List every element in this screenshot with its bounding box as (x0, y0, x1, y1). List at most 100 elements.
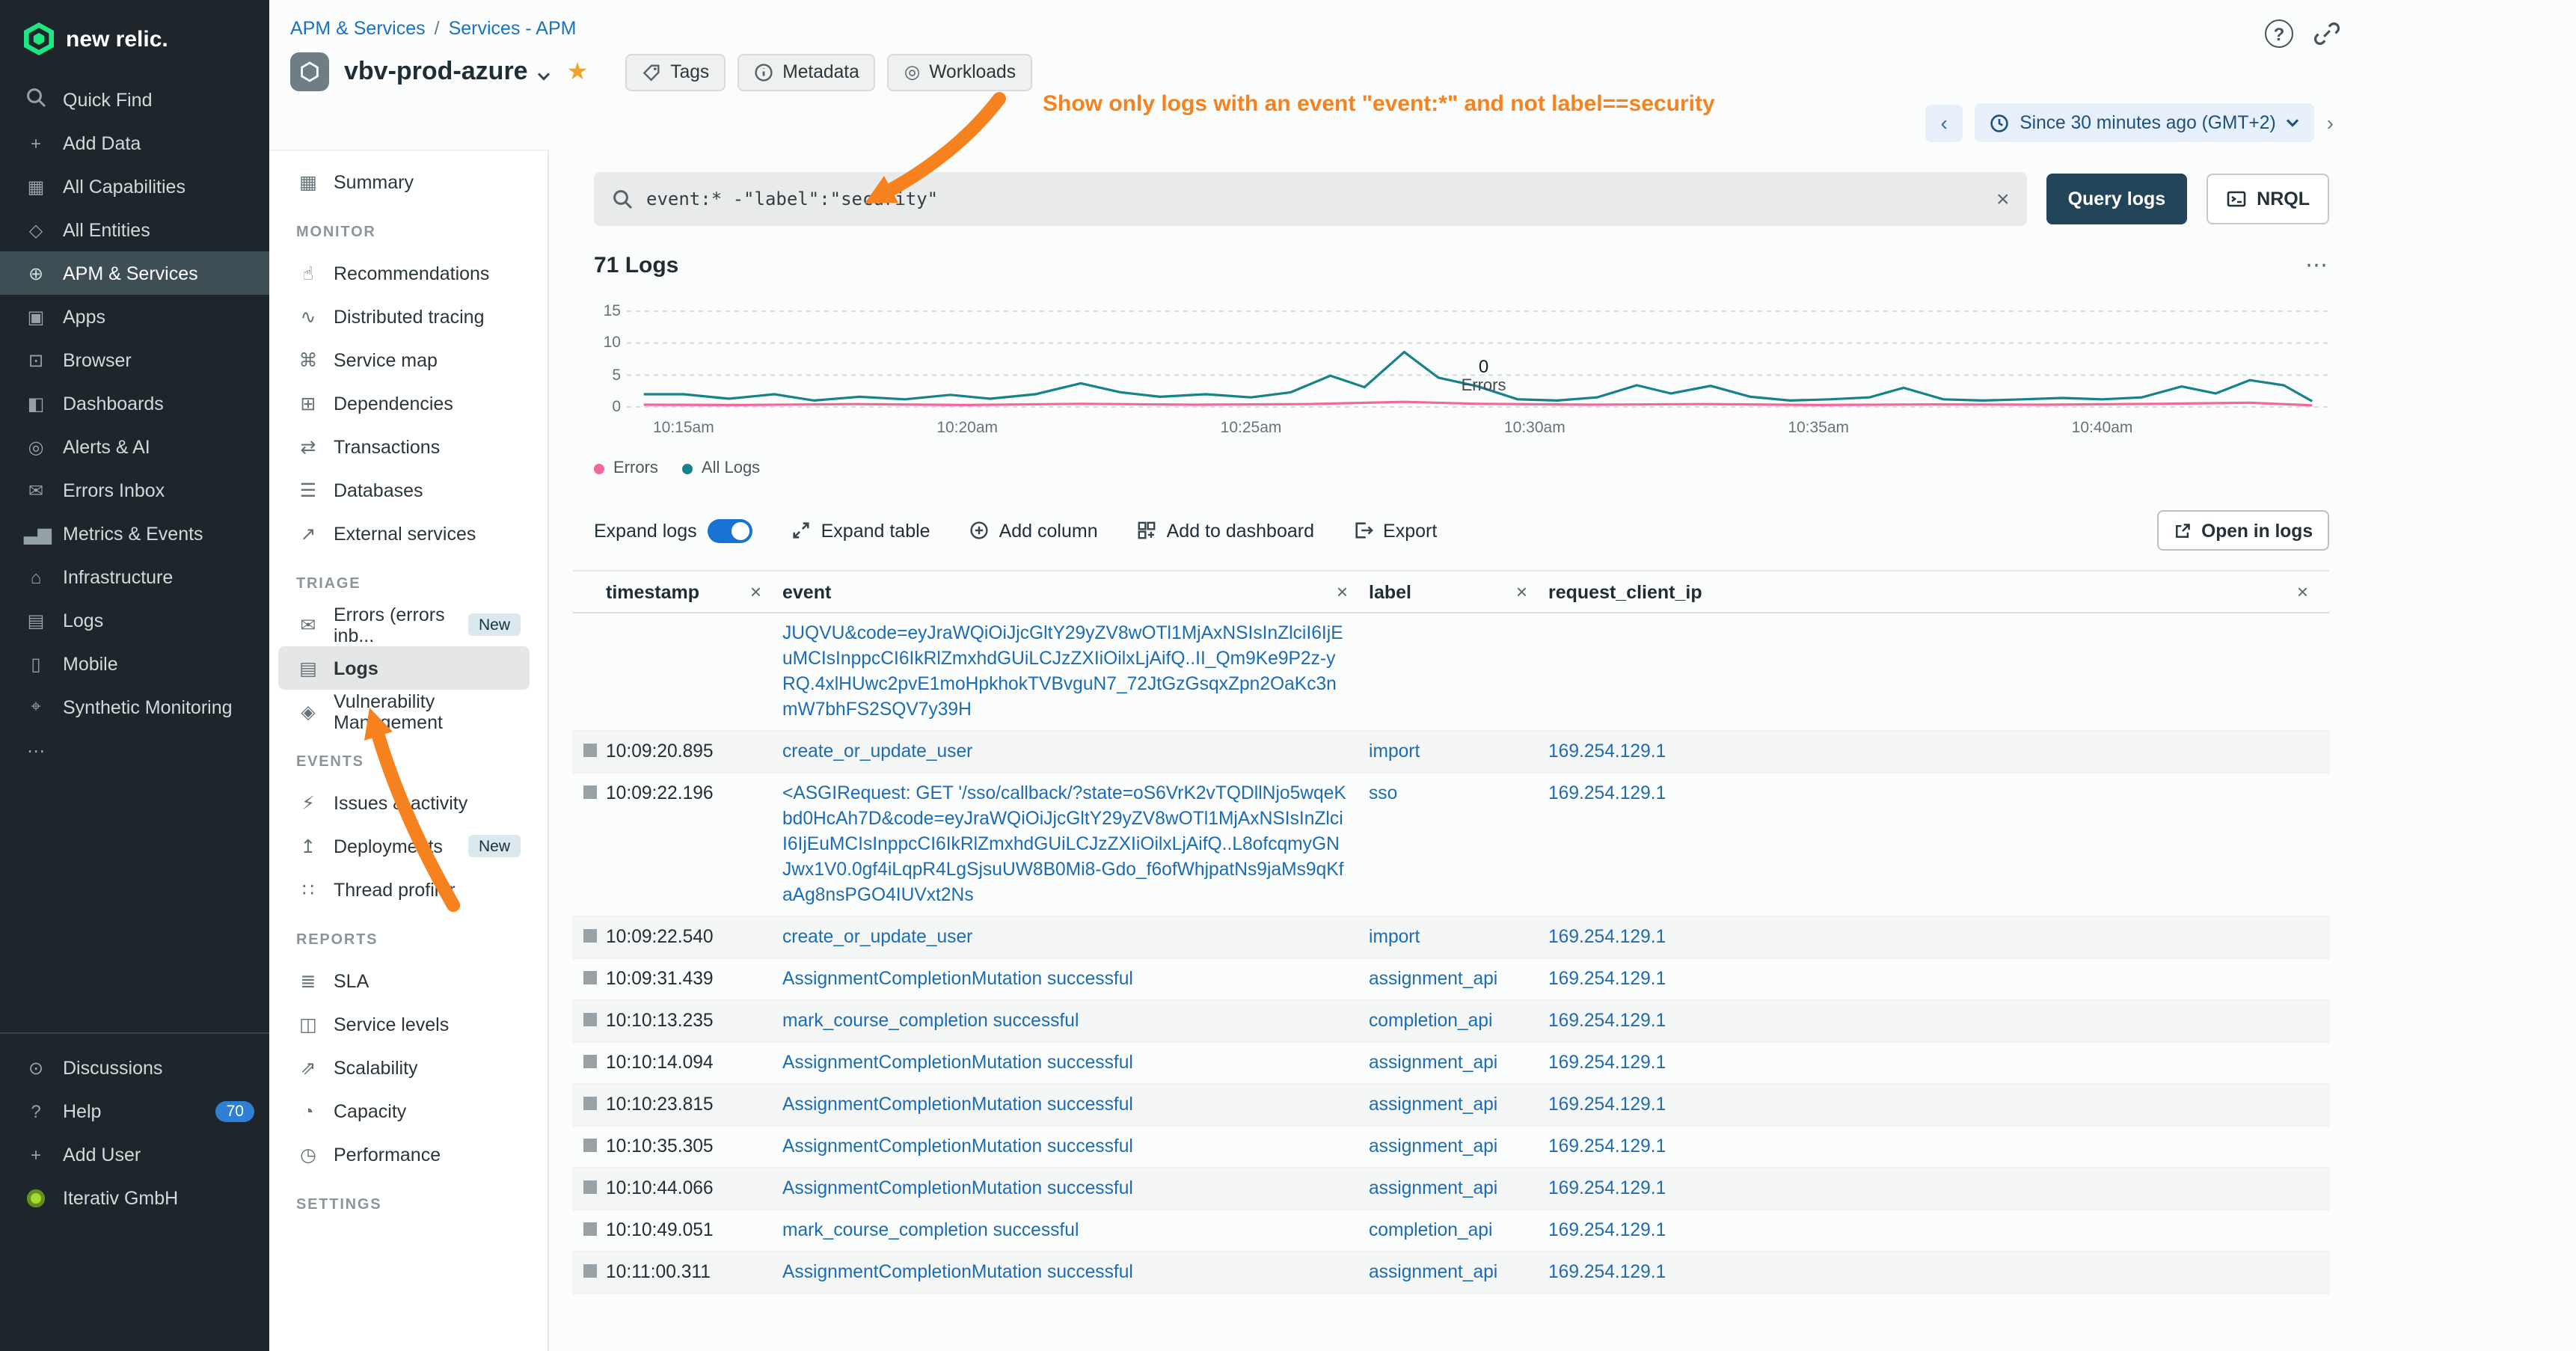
log-ip-link[interactable]: 169.254.129.1 (1548, 1092, 2329, 1118)
sidebar-item-synthetic-monitoring[interactable]: ⌖Synthetic Monitoring (0, 685, 269, 729)
log-label-link[interactable]: assignment_api (1369, 1092, 1548, 1118)
log-row[interactable]: 10:10:13.235mark_course_completion succe… (573, 1001, 2329, 1043)
log-event-link[interactable]: AssignmentCompletionMutation successful (782, 1092, 1369, 1118)
subnav-item-deployments[interactable]: ↥DeploymentsNew (278, 824, 530, 868)
subnav-item-performance[interactable]: ◷Performance (278, 1133, 530, 1176)
subnav-item-issues-activity[interactable]: ⚡Issues & activity (278, 781, 530, 824)
log-event-link[interactable]: JUQVU&code=eyJraWQiOiJjcGltY29yZV8wOTl1M… (782, 621, 1369, 723)
row-checkbox[interactable] (583, 1013, 597, 1026)
subnav-item-scalability[interactable]: ⇗Scalability (278, 1046, 530, 1089)
subnav-item-dependencies[interactable]: ⊞Dependencies (278, 382, 530, 425)
log-label-link[interactable]: assignment_api (1369, 966, 1548, 992)
time-forward-chevron[interactable]: › (2327, 111, 2334, 135)
log-label-link[interactable]: completion_api (1369, 1008, 1548, 1034)
favorite-star-icon[interactable]: ★ (567, 57, 589, 87)
sidebar-item-all-capabilities[interactable]: ▦All Capabilities (0, 165, 269, 208)
add-column-button[interactable]: Add column (969, 520, 1098, 541)
subnav-item-errors-errors-inb[interactable]: ✉Errors (errors inb...New (278, 603, 530, 646)
subnav-item-vulnerability-management[interactable]: ◈Vulnerability Management (278, 690, 530, 733)
sidebar-footer-item-iterativ-gmbh[interactable]: Iterativ GmbH (0, 1176, 269, 1219)
subnav-item-capacity[interactable]: ◔Capacity (278, 1089, 530, 1133)
row-checkbox[interactable] (583, 929, 597, 943)
log-event-link[interactable]: create_or_update_user (782, 925, 1369, 950)
sidebar-footer-item-add-user[interactable]: +Add User (0, 1133, 269, 1176)
sidebar-item-more[interactable]: ⋯ (0, 729, 269, 772)
remove-column-event-icon[interactable]: × (1337, 580, 1348, 603)
row-checkbox[interactable] (583, 1097, 597, 1110)
expand-logs-toggle[interactable] (708, 518, 752, 542)
log-ip-link[interactable]: 169.254.129.1 (1548, 1050, 2329, 1076)
log-label-link[interactable]: assignment_api (1369, 1176, 1548, 1201)
row-checkbox[interactable] (583, 785, 597, 799)
log-event-link[interactable]: create_or_update_user (782, 739, 1369, 765)
logs-timeseries-chart[interactable]: 0 Errors 051015 (594, 299, 2329, 416)
subnav-item-summary[interactable]: ▦Summary (278, 160, 530, 203)
row-checkbox[interactable] (583, 1264, 597, 1278)
remove-column-label-icon[interactable]: × (1516, 580, 1527, 603)
logs-search-input[interactable]: event:* -"label":"security" × (594, 172, 2028, 226)
expand-table-button[interactable]: Expand table (791, 520, 930, 541)
log-ip-link[interactable]: 169.254.129.1 (1548, 781, 2329, 908)
nrql-button[interactable]: NRQL (2206, 174, 2329, 224)
sidebar-item-apm-services[interactable]: ⊕APM & Services (0, 251, 269, 295)
legend-errors[interactable]: Errors (594, 459, 658, 477)
log-row[interactable]: 10:10:23.815AssignmentCompletionMutation… (573, 1085, 2329, 1127)
log-row[interactable]: 10:09:31.439AssignmentCompletionMutation… (573, 959, 2329, 1001)
sidebar-item-alerts-ai[interactable]: ◎Alerts & AI (0, 425, 269, 468)
row-checkbox[interactable] (583, 1055, 597, 1068)
row-checkbox[interactable] (583, 971, 597, 984)
log-row[interactable]: 10:09:20.895create_or_update_userimport1… (573, 732, 2329, 773)
log-event-link[interactable]: <ASGIRequest: GET '/sso/callback/?state=… (782, 781, 1369, 908)
log-event-link[interactable]: AssignmentCompletionMutation successful (782, 1260, 1369, 1285)
sidebar-item-add-data[interactable]: +Add Data (0, 121, 269, 165)
log-label-link[interactable] (1369, 621, 1548, 723)
time-back-button[interactable]: ‹ (1925, 104, 1963, 141)
log-event-link[interactable]: AssignmentCompletionMutation successful (782, 1134, 1369, 1159)
breadcrumb-services-apm[interactable]: Services - APM (449, 18, 577, 39)
sidebar-footer-item-help[interactable]: ?Help70 (0, 1089, 269, 1133)
add-to-dashboard-button[interactable]: Add to dashboard (1137, 520, 1314, 541)
subnav-item-distributed-tracing[interactable]: ∿Distributed tracing (278, 295, 530, 338)
time-picker[interactable]: Since 30 minutes ago (GMT+2) (1975, 103, 2314, 142)
sidebar-item-logs[interactable]: ▤Logs (0, 598, 269, 642)
sidebar-item-apps[interactable]: ▣Apps (0, 295, 269, 338)
log-ip-link[interactable]: 169.254.129.1 (1548, 966, 2329, 992)
log-event-link[interactable]: AssignmentCompletionMutation successful (782, 1176, 1369, 1201)
log-row[interactable]: 10:09:22.540create_or_update_userimport1… (573, 917, 2329, 959)
sidebar-item-browser[interactable]: ⊡Browser (0, 338, 269, 382)
expand-logs-control[interactable]: Expand logs (594, 518, 752, 542)
log-label-link[interactable]: import (1369, 739, 1548, 765)
log-label-link[interactable]: completion_api (1369, 1218, 1548, 1243)
log-ip-link[interactable]: 169.254.129.1 (1548, 1260, 2329, 1285)
clear-search-icon[interactable]: × (1996, 186, 2010, 212)
subnav-item-thread-profiler[interactable]: ∷Thread profiler (278, 868, 530, 911)
log-row[interactable]: 10:11:00.311AssignmentCompletionMutation… (573, 1252, 2329, 1294)
subnav-item-sla[interactable]: ≣SLA (278, 959, 530, 1002)
log-event-link[interactable]: AssignmentCompletionMutation successful (782, 1050, 1369, 1076)
log-event-link[interactable]: AssignmentCompletionMutation successful (782, 966, 1369, 992)
subnav-item-external-services[interactable]: ↗External services (278, 512, 530, 555)
row-checkbox[interactable] (583, 1222, 597, 1236)
subnav-item-service-levels[interactable]: ◫Service levels (278, 1002, 530, 1046)
log-label-link[interactable]: assignment_api (1369, 1134, 1548, 1159)
sidebar-item-metrics-events[interactable]: ▃▆Metrics & Events (0, 512, 269, 555)
log-event-link[interactable]: mark_course_completion successful (782, 1008, 1369, 1034)
log-row[interactable]: 10:10:35.305AssignmentCompletionMutation… (573, 1127, 2329, 1168)
permalink-icon[interactable] (2314, 21, 2340, 46)
subnav-item-transactions[interactable]: ⇄Transactions (278, 425, 530, 468)
log-ip-link[interactable]: 169.254.129.1 (1548, 1176, 2329, 1201)
log-label-link[interactable]: sso (1369, 781, 1548, 908)
log-label-link[interactable]: assignment_api (1369, 1050, 1548, 1076)
log-ip-link[interactable]: 169.254.129.1 (1548, 1218, 2329, 1243)
remove-column-request-client-ip-icon[interactable]: × (2297, 580, 2308, 603)
new-relic-logo[interactable]: new relic. (0, 0, 269, 78)
log-label-link[interactable]: import (1369, 925, 1548, 950)
log-row[interactable]: JUQVU&code=eyJraWQiOiJjcGltY29yZV8wOTl1M… (573, 613, 2329, 732)
workloads-chip[interactable]: ◎Workloads (888, 53, 1032, 91)
log-row[interactable]: 10:10:44.066AssignmentCompletionMutation… (573, 1168, 2329, 1210)
tags-chip[interactable]: Tags (625, 53, 726, 91)
sidebar-item-dashboards[interactable]: ◧Dashboards (0, 382, 269, 425)
log-row[interactable]: 10:10:14.094AssignmentCompletionMutation… (573, 1043, 2329, 1085)
log-label-link[interactable]: assignment_api (1369, 1260, 1548, 1285)
more-options-icon[interactable]: ⋯ (2305, 251, 2329, 278)
